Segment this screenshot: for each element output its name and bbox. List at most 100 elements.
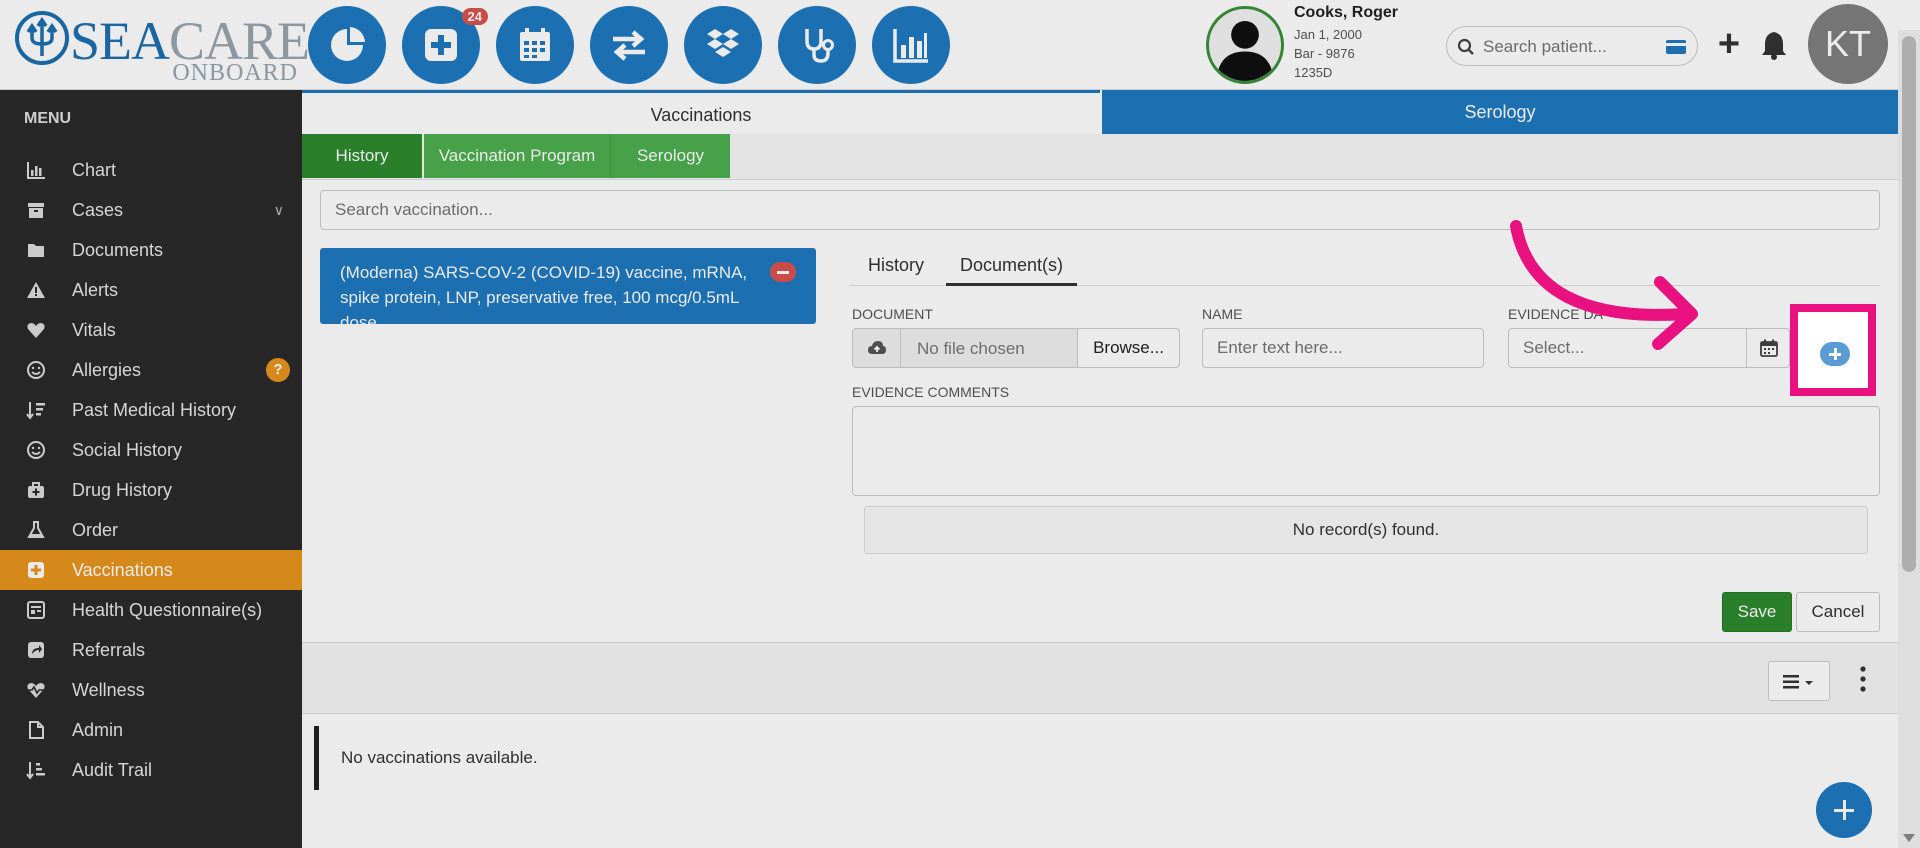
menu-title: MENU <box>24 110 72 127</box>
empty-vaccinations-text: No vaccinations available. <box>341 748 538 767</box>
sidebar-item-wellness[interactable]: Wellness <box>0 670 302 710</box>
subtab-serology[interactable]: Serology <box>610 134 730 178</box>
sidebar-item-referrals[interactable]: Referrals <box>0 630 302 670</box>
share-icon <box>28 642 44 658</box>
evidence-date-label: EVIDENCE DA <box>1508 306 1603 322</box>
add-document-highlighted-button[interactable] <box>1820 342 1850 366</box>
sidebar-item-admin[interactable]: Admin <box>0 710 302 750</box>
file-icon <box>29 721 44 739</box>
patient-summary[interactable]: Cooks, Roger Jan 1, 2000 Bar - 9876 1235… <box>1206 4 1446 86</box>
sidebar-item-chart[interactable]: Chart <box>0 150 302 190</box>
sort-amount-icon <box>26 762 45 780</box>
add-vaccination-fab[interactable] <box>1816 782 1872 838</box>
nav-reports-button[interactable] <box>872 6 950 84</box>
save-button[interactable]: Save <box>1722 592 1792 632</box>
scrollbar-thumb[interactable] <box>1902 36 1916 572</box>
patient-id: Bar - 9876 <box>1294 46 1355 61</box>
sidebar-item-documents[interactable]: Documents <box>0 230 302 270</box>
date-picker-button[interactable] <box>1746 328 1790 368</box>
folder-icon <box>28 244 44 257</box>
allergies-unknown-badge: ? <box>266 358 290 382</box>
list-menu-icon <box>1783 675 1813 689</box>
bell-icon[interactable] <box>1760 30 1788 60</box>
tab-vaccinations[interactable]: Vaccinations <box>302 90 1100 134</box>
sort-icon <box>26 402 45 420</box>
archive-icon <box>28 203 44 218</box>
vaccination-search-input[interactable] <box>320 190 1880 230</box>
sidebar-item-past-medical-history[interactable]: Past Medical History <box>0 390 302 430</box>
plus-square-icon <box>425 29 457 61</box>
sidebar-item-cases[interactable]: Cases ∨ <box>0 190 302 230</box>
nav-transfer-button[interactable] <box>590 6 668 84</box>
smile-icon <box>27 361 45 379</box>
document-label: DOCUMENT <box>852 306 933 322</box>
sidebar-item-drug-history[interactable]: Drug History <box>0 470 302 510</box>
name-label: NAME <box>1202 306 1243 322</box>
scroll-down-arrow-icon[interactable] <box>1903 834 1915 842</box>
bar-chart-icon <box>893 29 928 63</box>
patient-search-input[interactable] <box>1483 35 1653 59</box>
nav-calendar-button[interactable] <box>496 6 574 84</box>
patient-code: 1235D <box>1294 65 1333 80</box>
exchange-icon <box>613 30 645 61</box>
cloud-upload-icon <box>868 341 886 354</box>
sidebar-item-label: Order <box>72 519 119 540</box>
sidebar-item-label: Vaccinations <box>72 559 173 580</box>
sidebar-item-allergies[interactable]: Allergies ? <box>0 350 302 390</box>
sidebar-item-label: Referrals <box>72 639 146 660</box>
sidebar-item-vitals[interactable]: Vitals <box>0 310 302 350</box>
notification-badge: 24 <box>461 8 488 25</box>
sidebar-item-label: Wellness <box>72 679 145 700</box>
sidebar-item-social-history[interactable]: Social History <box>0 430 302 470</box>
sidebar-item-vaccinations[interactable]: Vaccinations <box>0 550 302 590</box>
id-card-icon[interactable] <box>1665 39 1687 55</box>
sidebar-item-order[interactable]: Order <box>0 510 302 550</box>
calendar-icon <box>1760 339 1778 357</box>
tab-documents[interactable]: Document(s) <box>946 244 1078 286</box>
sidebar-item-health-questionnaires[interactable]: Health Questionnaire(s) <box>0 590 302 630</box>
patient-search-box[interactable] <box>1446 26 1698 66</box>
sidebar-item-label: Social History <box>72 439 183 460</box>
evidence-comments-textarea[interactable] <box>852 406 1880 496</box>
sidebar-item-audit-trail[interactable]: Audit Trail <box>0 750 302 790</box>
remove-icon[interactable] <box>770 262 796 282</box>
bar-chart-icon <box>27 162 45 179</box>
page-scrollbar[interactable] <box>1898 30 1920 848</box>
kebab-menu-icon[interactable] <box>1858 665 1868 693</box>
sidebar-item-label: Alerts <box>72 279 119 300</box>
nav-dropbox-button[interactable] <box>684 6 762 84</box>
subtab-vaccination-program[interactable]: Vaccination Program <box>424 134 610 178</box>
name-input[interactable] <box>1202 328 1484 368</box>
stethoscope-icon <box>805 29 834 63</box>
cancel-button[interactable]: Cancel <box>1796 592 1880 632</box>
nav-cases-button[interactable]: 24 <box>402 6 488 84</box>
evidence-date-input[interactable] <box>1508 328 1748 368</box>
user-avatar[interactable]: KT <box>1808 4 1888 84</box>
empty-vaccinations-note: No vaccinations available. <box>314 726 1874 790</box>
tab-history[interactable]: History <box>868 244 924 286</box>
sidebar-item-label: Chart <box>72 159 117 180</box>
heartbeat-icon <box>27 683 45 698</box>
browse-button[interactable]: Browse... <box>1077 329 1179 367</box>
sidebar-item-alerts[interactable]: Alerts <box>0 270 302 310</box>
vaccine-name: (Moderna) SARS-COV-2 (COVID-19) vaccine,… <box>340 263 748 332</box>
nav-dashboard-button[interactable] <box>308 6 386 84</box>
nav-medical-button[interactable] <box>778 6 856 84</box>
list-view-dropdown[interactable] <box>1768 661 1830 701</box>
sidebar-item-label: Health Questionnaire(s) <box>72 599 263 620</box>
seacare-logo[interactable]: SEACARE ONBOARD <box>14 8 310 86</box>
person-silhouette-icon <box>1216 21 1274 81</box>
plus-square-icon <box>28 562 44 578</box>
sidebar-item-label: Documents <box>72 239 164 260</box>
chevron-double-down-icon[interactable]: ∨ <box>274 202 284 219</box>
subtab-history[interactable]: History <box>302 134 422 178</box>
document-tab-bar: History Document(s) <box>850 244 1880 286</box>
file-upload-field[interactable]: No file chosen Browse... <box>852 328 1180 368</box>
sidebar-item-label: Past Medical History <box>72 399 237 420</box>
add-icon[interactable]: + <box>1714 25 1744 63</box>
tab-serology[interactable]: Serology <box>1102 90 1898 134</box>
sidebar-item-label: Cases <box>72 199 124 220</box>
sidebar-menu: MENU Chart Cases ∨ Documents Alerts Vita… <box>0 90 302 848</box>
form-icon <box>27 601 45 619</box>
vaccine-list-item[interactable]: (Moderna) SARS-COV-2 (COVID-19) vaccine,… <box>320 248 816 332</box>
